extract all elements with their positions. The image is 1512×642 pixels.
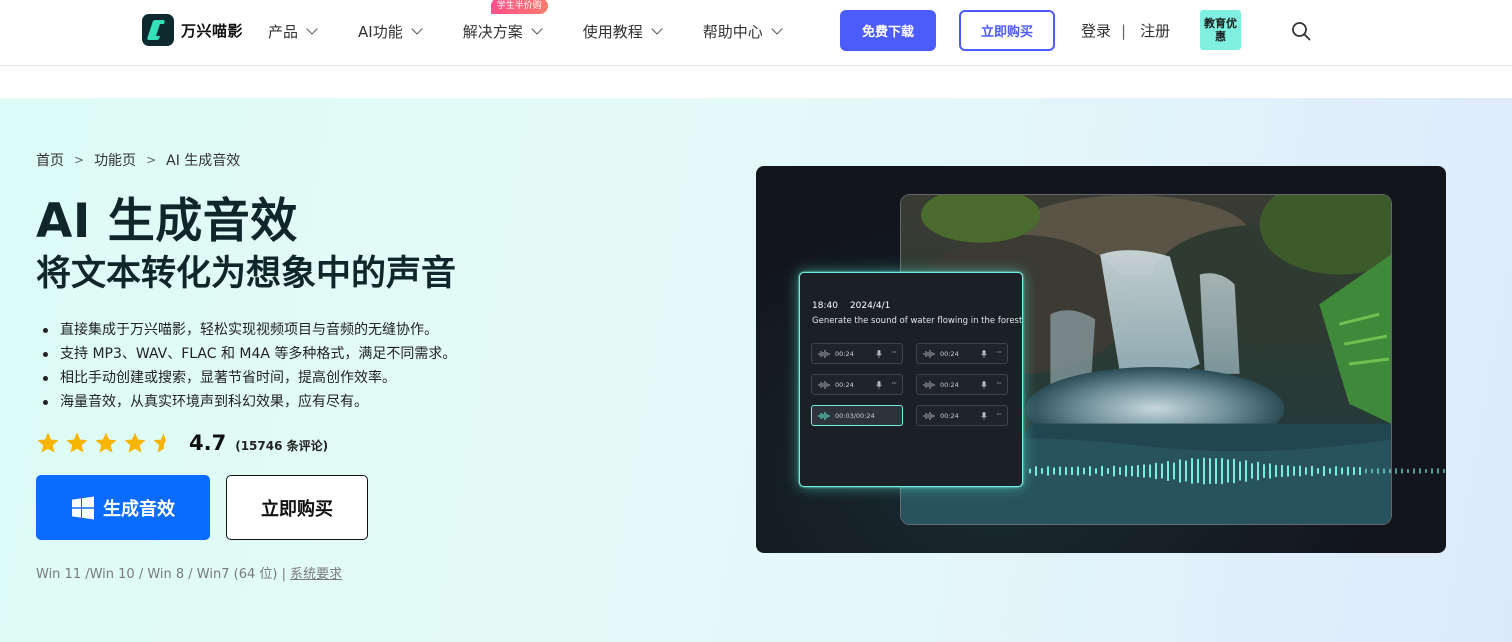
breadcrumb-separator: >	[74, 153, 85, 167]
audio-waveform	[1029, 457, 1445, 485]
menu-item-label: 帮助中心	[702, 22, 763, 41]
student-discount-badge: 学生半价购	[490, 0, 548, 14]
card-timestamp: 18:40 2024/4/1	[812, 301, 902, 311]
buy-now-nav-button[interactable]: 立即购买	[959, 10, 1055, 51]
card-time: 18:40	[812, 301, 838, 311]
clip-duration: 00:24	[835, 380, 854, 389]
microphone-icon	[981, 381, 987, 389]
sound-clip[interactable]: 00:24 ···	[916, 405, 1008, 426]
page-subtitle: 将文本转化为想象中的声音	[36, 254, 457, 294]
top-navigation: 万兴喵影 产品 AI功能 学生半价购 解决方案 使用教程 帮助中心 免费下载 立…	[0, 0, 1512, 66]
more-options-icon[interactable]: ···	[891, 379, 897, 388]
breadcrumb-current: AI 生成音效	[166, 153, 241, 169]
breadcrumb-features[interactable]: 功能页	[94, 150, 136, 170]
page-title: AI 生成音效	[36, 194, 298, 249]
card-date: 2024/4/1	[849, 301, 891, 311]
star-icon	[124, 432, 146, 453]
microphone-icon	[876, 350, 882, 358]
star-icon	[95, 432, 117, 453]
menu-item-label: 产品	[268, 22, 299, 41]
generate-button-label: 生成音效	[103, 498, 175, 520]
menu-item-products[interactable]: 产品	[268, 21, 318, 42]
more-options-icon[interactable]: ···	[996, 410, 1002, 419]
waveform-icon	[818, 380, 830, 389]
windows-icon	[72, 496, 94, 519]
list-item: 海量音效，从真实环境声到科幻效果，应有尽有。	[42, 390, 456, 414]
microphone-icon	[981, 412, 987, 420]
system-requirements-link[interactable]: 系统要求	[290, 567, 342, 582]
waveform-icon	[923, 380, 935, 389]
menu-item-label: 解决方案	[462, 22, 523, 41]
review-count: (15746 条评论)	[235, 438, 329, 453]
feature-preview: 18:40 2024/4/1 Generate the sound of wate…	[756, 166, 1446, 553]
microphone-icon	[876, 381, 882, 389]
breadcrumb-home[interactable]: 首页	[36, 150, 64, 170]
menu-item-label: AI功能	[358, 22, 403, 41]
sound-clip-playing[interactable]: 00:03/00:24	[811, 405, 903, 426]
menu-item-ai-features[interactable]: AI功能	[358, 21, 423, 42]
waveform-icon	[818, 349, 830, 358]
brand-logo[interactable]: 万兴喵影	[142, 14, 243, 46]
list-item: 直接集成于万兴喵影，轻松实现视频项目与音频的无缝协作。	[42, 318, 456, 342]
sound-clip[interactable]: 00:24 ···	[811, 374, 903, 395]
microphone-icon	[981, 350, 987, 358]
clip-duration: 00:24	[940, 380, 959, 389]
search-icon[interactable]	[1291, 21, 1311, 41]
auth-separator: |	[1121, 21, 1127, 40]
breadcrumb-separator: >	[146, 153, 157, 167]
education-discount-badge[interactable]: 教育优惠	[1200, 10, 1241, 50]
waveform-icon	[923, 411, 935, 420]
chevron-down-icon	[411, 22, 423, 35]
half-star-icon	[153, 432, 166, 453]
list-item: 相比手动创建或搜索，显著节省时间，提高创作效率。	[42, 366, 456, 390]
more-options-icon[interactable]: ···	[891, 348, 897, 357]
clip-duration: 00:24	[940, 411, 959, 420]
main-menu: 产品 AI功能 学生半价购 解决方案 使用教程 帮助中心	[268, 0, 823, 62]
buy-now-button[interactable]: 立即购买	[226, 475, 368, 540]
brand-name: 万兴喵影	[181, 21, 244, 40]
login-link[interactable]: 登录	[1081, 20, 1111, 41]
system-info: Win 11 /Win 10 / Win 8 / Win7 (64 位) | 系…	[36, 563, 342, 582]
card-prompt: Generate the sound of water flowing in t…	[812, 316, 1023, 326]
brand-logo-icon	[142, 14, 174, 46]
menu-item-help-center[interactable]: 帮助中心	[702, 21, 783, 42]
chevron-down-icon	[651, 22, 663, 35]
star-icon	[66, 432, 88, 453]
waveform-icon	[818, 411, 830, 420]
sound-clip[interactable]: 00:24 ···	[811, 343, 903, 364]
sound-generation-card: 18:40 2024/4/1 Generate the sound of wate…	[799, 272, 1023, 487]
list-item: 支持 MP3、WAV、FLAC 和 M4A 等多种格式，满足不同需求。	[42, 342, 456, 366]
os-support-text: Win 11 /Win 10 / Win 8 / Win7 (64 位) |	[36, 567, 291, 582]
chevron-down-icon	[306, 22, 318, 35]
clip-duration: 00:24	[835, 349, 854, 358]
clip-duration: 00:24	[940, 349, 959, 358]
menu-item-tutorials[interactable]: 使用教程	[582, 21, 663, 42]
rating-score: 4.7	[189, 431, 227, 455]
menu-item-label: 使用教程	[582, 22, 643, 41]
free-download-button[interactable]: 免费下载	[840, 10, 936, 51]
waveform-icon	[923, 349, 935, 358]
chevron-down-icon	[771, 22, 783, 35]
chevron-down-icon	[531, 22, 543, 35]
more-options-icon[interactable]: ···	[996, 379, 1002, 388]
generate-sound-effects-button[interactable]: 生成音效	[36, 475, 210, 540]
sound-clip[interactable]: 00:24 ···	[916, 374, 1008, 395]
register-link[interactable]: 注册	[1140, 20, 1170, 41]
star-icon	[37, 432, 59, 453]
more-options-icon[interactable]: ···	[996, 348, 1002, 357]
feature-list: 直接集成于万兴喵影，轻松实现视频项目与音频的无缝协作。 支持 MP3、WAV、F…	[42, 318, 456, 414]
clip-progress: 00:03/00:24	[835, 411, 875, 420]
rating: 4.7 (15746 条评论)	[36, 431, 328, 455]
sound-clip[interactable]: 00:24 ···	[916, 343, 1008, 364]
breadcrumb: 首页 > 功能页 > AI 生成音效	[36, 150, 240, 170]
menu-item-solutions[interactable]: 学生半价购 解决方案	[462, 0, 548, 42]
hero-section: 首页 > 功能页 > AI 生成音效 AI 生成音效 将文本转化为想象中的声音 …	[0, 98, 1512, 642]
auth-links: 登录 | 注册	[1081, 20, 1170, 41]
